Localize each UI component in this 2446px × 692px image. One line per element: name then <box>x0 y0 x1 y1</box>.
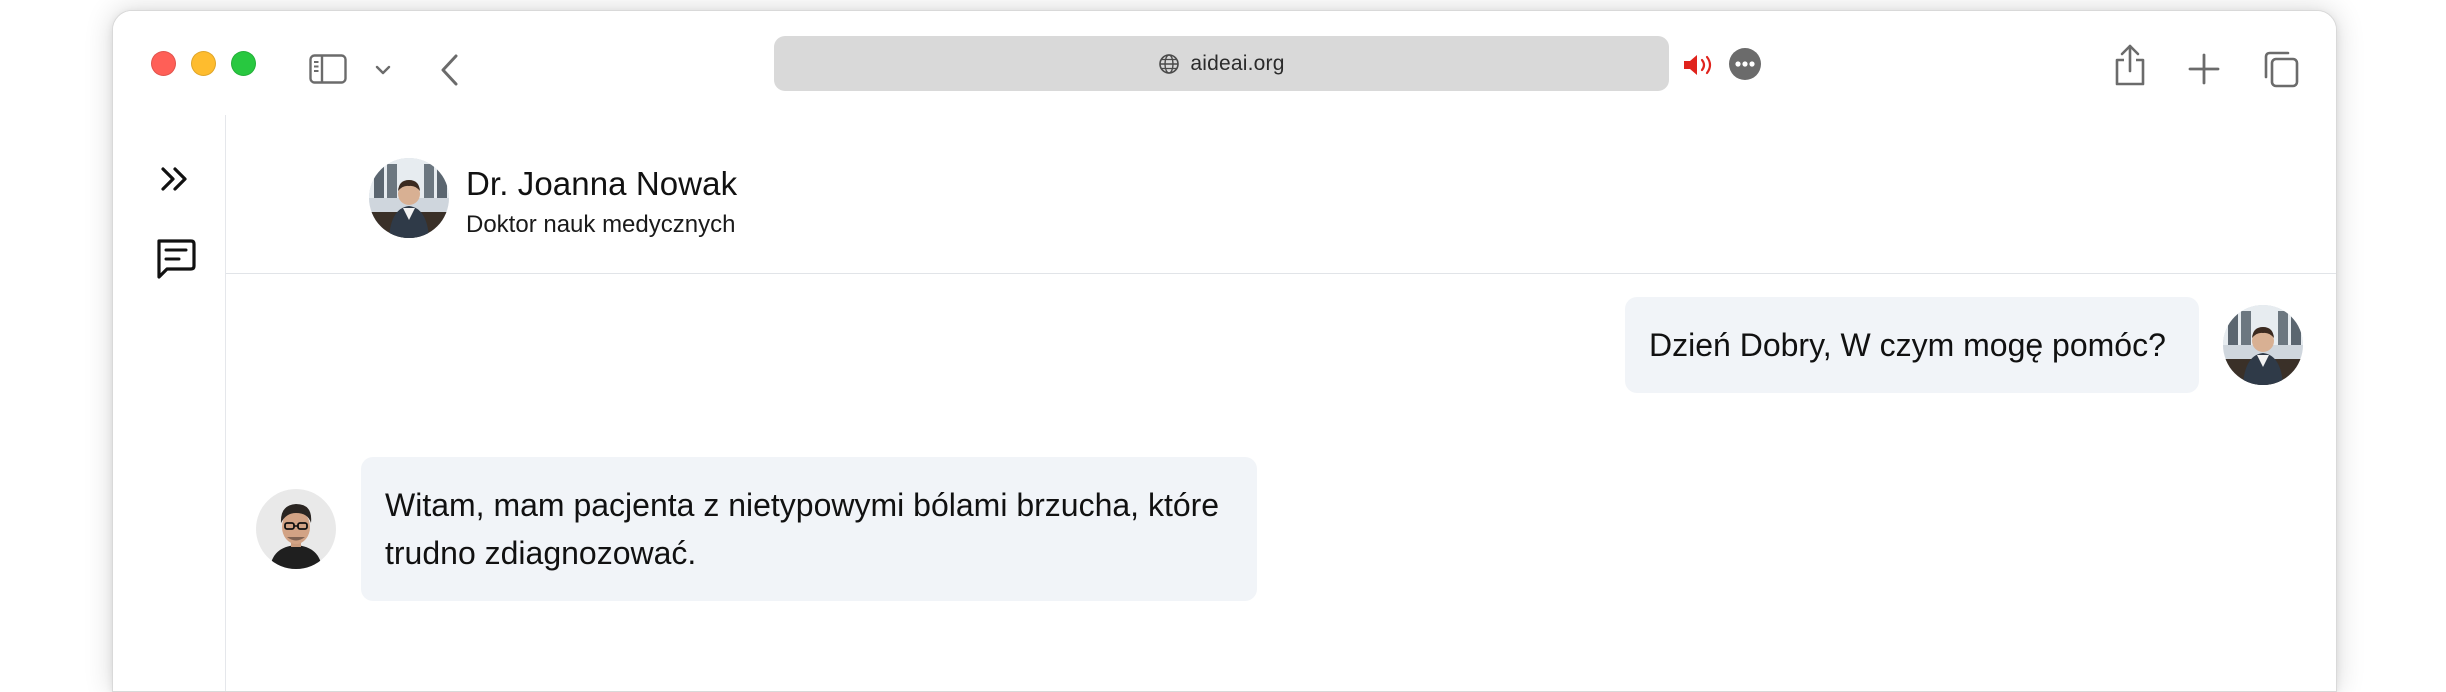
ellipsis-icon[interactable] <box>1728 47 1762 81</box>
plus-icon[interactable] <box>2188 53 2220 85</box>
contact-name: Dr. Joanna Nowak <box>466 165 738 202</box>
sidebar-icon[interactable] <box>309 54 347 84</box>
share-icon[interactable] <box>2113 43 2147 87</box>
assistant-avatar <box>2223 305 2303 385</box>
conversations-button[interactable] <box>153 237 197 281</box>
chevron-left-icon[interactable] <box>439 53 461 87</box>
message-text: Dzień Dobry, W czym mogę pomóc? <box>1649 327 2166 363</box>
minimize-window-button[interactable] <box>191 51 216 76</box>
browser-window: aideai.org Dr. Joanna Nowak Doktor nauk … <box>112 10 2337 692</box>
url-text[interactable]: aideai.org <box>1190 52 1284 76</box>
expand-sidebar-button[interactable] <box>153 157 197 201</box>
address-bar[interactable]: aideai.org <box>774 36 1761 91</box>
expand-double-chevron-icon <box>161 167 187 191</box>
close-window-button[interactable] <box>151 51 176 76</box>
chat-icon <box>157 239 196 279</box>
doctor-avatar[interactable] <box>369 158 449 238</box>
message-text: Witam, mam pacjenta z nietypowymi bólami… <box>385 487 1220 571</box>
message-bubble-user: Witam, mam pacjenta z nietypowymi bólami… <box>361 457 1257 601</box>
user-avatar <box>256 489 336 569</box>
app-sidebar <box>113 115 226 691</box>
browser-toolbar: aideai.org <box>113 11 2336 115</box>
zoom-window-button[interactable] <box>231 51 256 76</box>
contact-title: Doktor nauk medycznych <box>466 211 736 238</box>
chat-header: Dr. Joanna Nowak Doktor nauk medycznych <box>226 115 2336 274</box>
speaker-icon[interactable] <box>1682 53 1716 77</box>
tabs-overview-icon[interactable] <box>2260 49 2300 89</box>
message-bubble-assistant: Dzień Dobry, W czym mogę pomóc? <box>1625 297 2199 393</box>
globe-icon <box>1159 53 1180 74</box>
chevron-down-icon[interactable] <box>375 64 391 76</box>
